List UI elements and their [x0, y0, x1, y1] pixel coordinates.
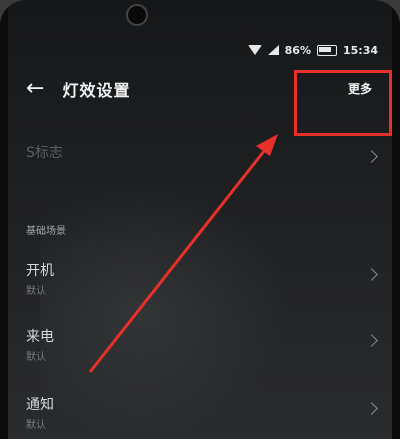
phone-screen: 86% 15:34 ← 灯效设置 更多 S标志 基础场景 开机 默认 来电 默认… [0, 0, 400, 439]
annotation-arrow [88, 134, 278, 373]
arrow-shaft [88, 145, 270, 373]
arrow-head [256, 134, 278, 156]
